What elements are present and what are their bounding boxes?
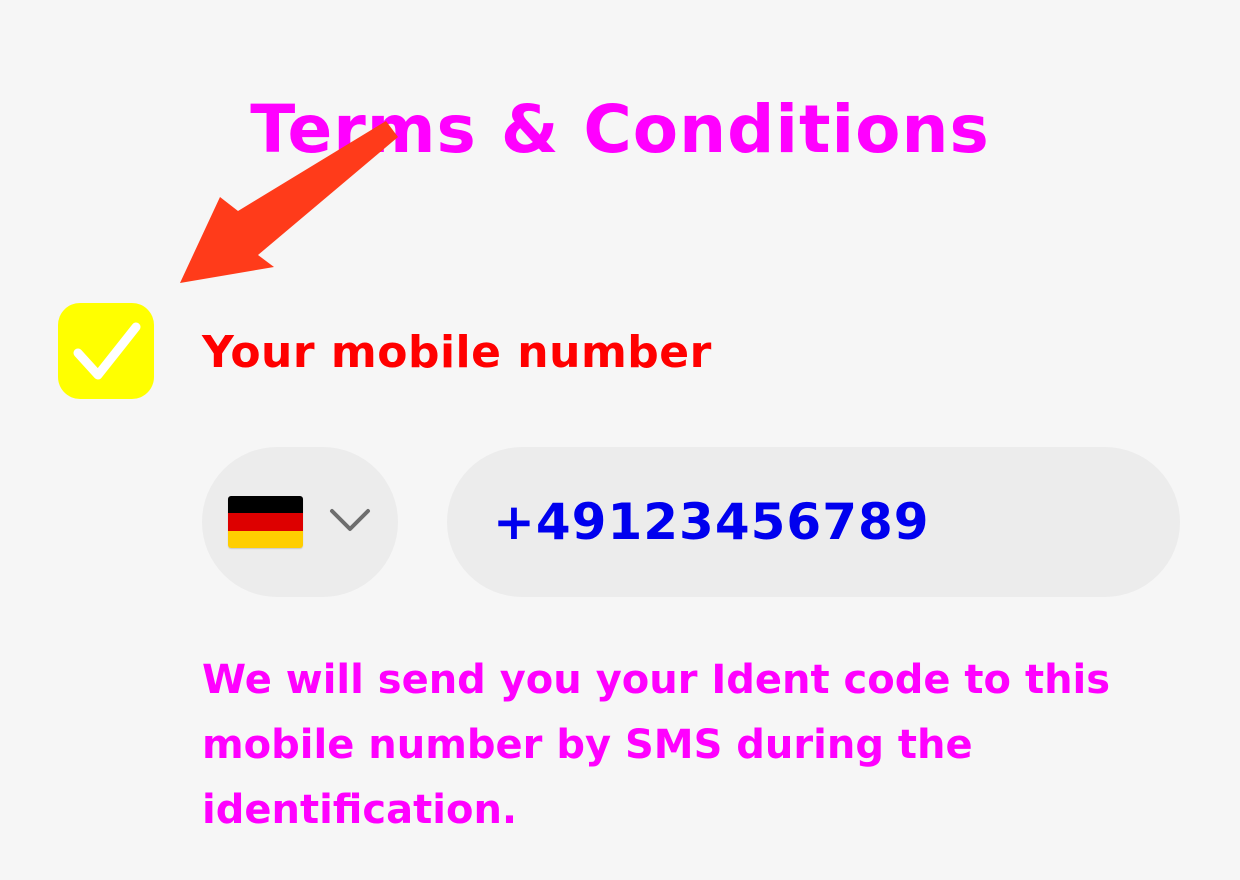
annotation-arrow-icon: [180, 121, 398, 283]
terms-checkbox[interactable]: [58, 303, 154, 399]
germany-flag-icon: [228, 496, 303, 548]
checkbox-fill: [58, 303, 154, 399]
mobile-number-input[interactable]: +49123456789: [447, 447, 1180, 597]
chevron-down-icon: [330, 509, 370, 531]
annotation-arrow-shape: [180, 121, 398, 283]
country-code-select[interactable]: [202, 447, 398, 597]
flag-stripe-gold: [228, 530, 303, 548]
mobile-number-value: +49123456789: [493, 493, 930, 551]
flag-stripe-red: [228, 513, 303, 531]
flag-stripe-black: [228, 496, 303, 514]
sms-hint-text: We will send you your Ident code to this…: [202, 657, 1111, 833]
mobile-number-label: Your mobile number: [202, 327, 712, 378]
checkbox-box-icon: [58, 303, 154, 399]
